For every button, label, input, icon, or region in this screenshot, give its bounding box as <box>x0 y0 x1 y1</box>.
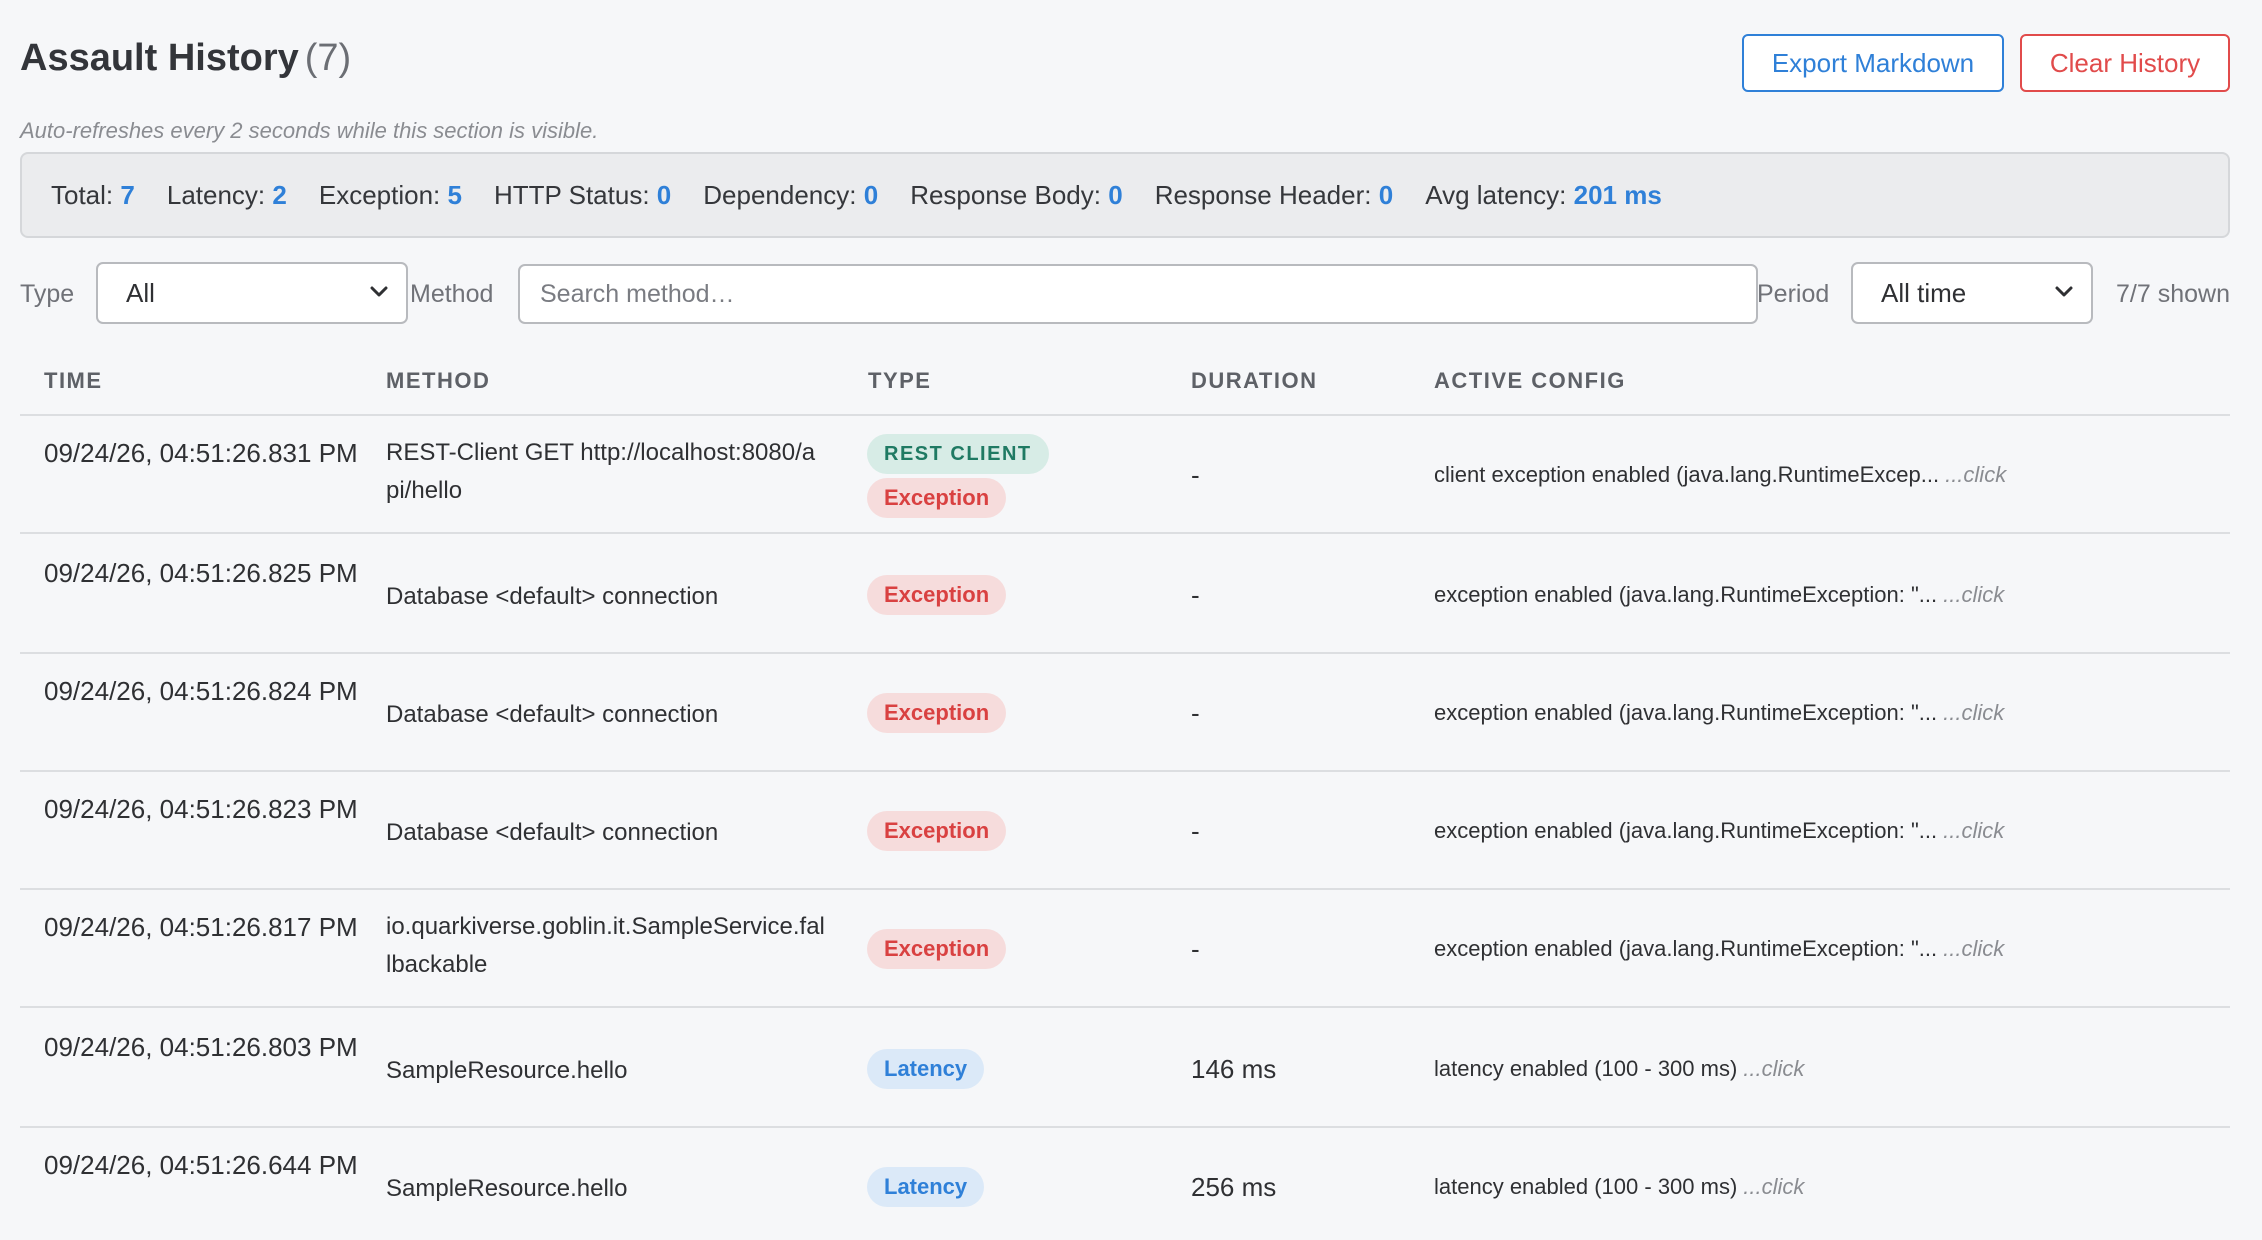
row-duration: - <box>1191 580 1200 610</box>
row-method: REST-Client GET http://localhost:8080/ap… <box>386 439 816 504</box>
method-search-input[interactable]: Search method… <box>518 264 1758 324</box>
row-method: SampleResource.hello <box>386 1175 628 1202</box>
row-active-config: client exception enabled (java.lang.Runt… <box>1434 462 2006 488</box>
type-filter-label: Type <box>20 280 75 308</box>
row-method: SampleResource.hello <box>386 1057 628 1084</box>
table-header: TIME METHOD TYPE DURATION ACTIVE CONFIG <box>20 348 2230 416</box>
type-filter-select[interactable]: All <box>96 262 408 324</box>
stats-bar: Total: 7 Latency: 2 Exception: 5 HTTP St… <box>20 152 2230 238</box>
row-active-config: exception enabled (java.lang.RuntimeExce… <box>1434 700 2004 726</box>
row-time: 09/24/26, 04:51:26.823 PM <box>44 794 358 824</box>
export-markdown-button[interactable]: Export Markdown <box>1742 34 2004 92</box>
row-type-badges: Exception <box>867 929 1007 969</box>
type-filter-value: All <box>126 277 155 308</box>
config-text: exception enabled (java.lang.RuntimeExce… <box>1434 582 1938 607</box>
row-duration: 146 ms <box>1191 1054 1277 1084</box>
page-title: Assault History (7) <box>20 37 351 83</box>
column-header-time: TIME <box>44 368 103 393</box>
exception-badge: Exception <box>867 693 1007 733</box>
period-filter-label: Period <box>1757 280 1830 308</box>
latency-badge: Latency <box>867 1167 985 1207</box>
row-time: 09/24/26, 04:51:26.831 PM <box>44 438 358 468</box>
table-row[interactable]: 09/24/26, 04:51:26.824 PM Database <defau… <box>20 654 2230 772</box>
config-expand-link[interactable]: ...click <box>1943 818 2004 843</box>
row-type-badges: REST CLIENT Exception <box>867 434 1049 518</box>
row-active-config: exception enabled (java.lang.RuntimeExce… <box>1434 936 2004 962</box>
stat-exception: Exception: 5 <box>318 179 462 210</box>
row-active-config: exception enabled (java.lang.RuntimeExce… <box>1434 818 2004 844</box>
row-type-badges: Exception <box>867 693 1007 733</box>
stat-response-header: Response Header: 0 <box>1154 179 1394 210</box>
table-row[interactable]: 09/24/26, 04:51:26.817 PM io.quarkiverse.… <box>20 890 2230 1008</box>
clear-history-button[interactable]: Clear History <box>2020 34 2230 92</box>
config-expand-link[interactable]: ...click <box>1945 462 2006 487</box>
table-row[interactable]: 09/24/26, 04:51:26.803 PM SampleResource.… <box>20 1010 2230 1128</box>
latency-badge: Latency <box>867 1049 985 1089</box>
page-title-text: Assault History <box>20 37 299 79</box>
exception-badge: Exception <box>867 575 1007 615</box>
row-active-config: latency enabled (100 - 300 ms) ...click <box>1434 1174 1804 1200</box>
shown-count: 7/7 shown <box>2116 280 2230 308</box>
stat-dependency: Dependency: 0 <box>703 179 879 210</box>
column-header-type: TYPE <box>868 368 932 393</box>
config-expand-link[interactable]: ...click <box>1943 582 2004 607</box>
column-header-duration: DURATION <box>1191 368 1318 393</box>
column-header-method: METHOD <box>386 368 491 393</box>
column-header-active-config: ACTIVE CONFIG <box>1434 368 1626 393</box>
config-expand-link[interactable]: ...click <box>1943 700 2004 725</box>
row-type-badges: Exception <box>867 575 1007 615</box>
config-text: exception enabled (java.lang.RuntimeExce… <box>1434 936 1938 961</box>
rest-client-badge: REST CLIENT <box>867 434 1049 474</box>
config-text: latency enabled (100 - 300 ms) <box>1434 1056 1738 1081</box>
table-row[interactable]: 09/24/26, 04:51:26.644 PM SampleResource.… <box>20 1128 2230 1240</box>
config-text: latency enabled (100 - 300 ms) <box>1434 1174 1738 1199</box>
row-duration: - <box>1191 934 1200 964</box>
row-duration: - <box>1191 816 1200 846</box>
row-active-config: latency enabled (100 - 300 ms) ...click <box>1434 1056 1804 1082</box>
stat-avg-latency: Avg latency: 201 ms <box>1425 179 1662 210</box>
exception-badge: Exception <box>867 478 1007 518</box>
config-text: exception enabled (java.lang.RuntimeExce… <box>1434 818 1938 843</box>
method-filter-label: Method <box>410 280 494 308</box>
exception-badge: Exception <box>867 929 1007 969</box>
auto-refresh-hint: Auto-refreshes every 2 seconds while thi… <box>20 118 599 143</box>
row-type-badges: Exception <box>867 811 1007 851</box>
exception-badge: Exception <box>867 811 1007 851</box>
row-active-config: exception enabled (java.lang.RuntimeExce… <box>1434 582 2004 608</box>
history-count: (7) <box>304 37 352 79</box>
row-time: 09/24/26, 04:51:26.824 PM <box>44 676 358 706</box>
row-time: 09/24/26, 04:51:26.803 PM <box>44 1032 358 1062</box>
row-method: Database <default> connection <box>386 701 719 728</box>
row-method: Database <default> connection <box>386 819 719 846</box>
config-expand-link[interactable]: ...click <box>1943 936 2004 961</box>
table-row[interactable]: 09/24/26, 04:51:26.825 PM Database <defau… <box>20 536 2230 654</box>
row-duration: - <box>1191 698 1200 728</box>
table-row[interactable]: 09/24/26, 04:51:26.831 PM REST-Client GET… <box>20 416 2230 534</box>
period-filter-select[interactable]: All time <box>1851 262 2093 324</box>
row-time: 09/24/26, 04:51:26.825 PM <box>44 558 358 588</box>
row-method: Database <default> connection <box>386 583 719 610</box>
config-expand-link[interactable]: ...click <box>1743 1056 1804 1081</box>
stat-http-status: HTTP Status: 0 <box>493 179 672 210</box>
period-filter-value: All time <box>1881 277 1967 308</box>
row-type-badges: Latency <box>867 1167 985 1207</box>
config-text: client exception enabled (java.lang.Runt… <box>1434 462 1940 487</box>
chevron-down-icon <box>370 286 388 297</box>
stat-total: Total: 7 <box>51 179 135 210</box>
row-type-badges: Latency <box>867 1049 985 1089</box>
row-duration: 256 ms <box>1191 1172 1277 1202</box>
row-time: 09/24/26, 04:51:26.817 PM <box>44 912 358 942</box>
row-time: 09/24/26, 04:51:26.644 PM <box>44 1150 358 1180</box>
row-method: io.quarkiverse.goblin.it.SampleService.f… <box>386 913 825 978</box>
chevron-down-icon <box>2055 286 2073 297</box>
stat-latency: Latency: 2 <box>166 179 287 210</box>
config-expand-link[interactable]: ...click <box>1743 1174 1804 1199</box>
row-duration: - <box>1191 460 1200 490</box>
table-row[interactable]: 09/24/26, 04:51:26.823 PM Database <defau… <box>20 772 2230 890</box>
assault-history-panel: Assault History (7) Export Markdown Clear… <box>20 0 2230 1240</box>
config-text: exception enabled (java.lang.RuntimeExce… <box>1434 700 1938 725</box>
stat-response-body: Response Body: 0 <box>910 179 1123 210</box>
